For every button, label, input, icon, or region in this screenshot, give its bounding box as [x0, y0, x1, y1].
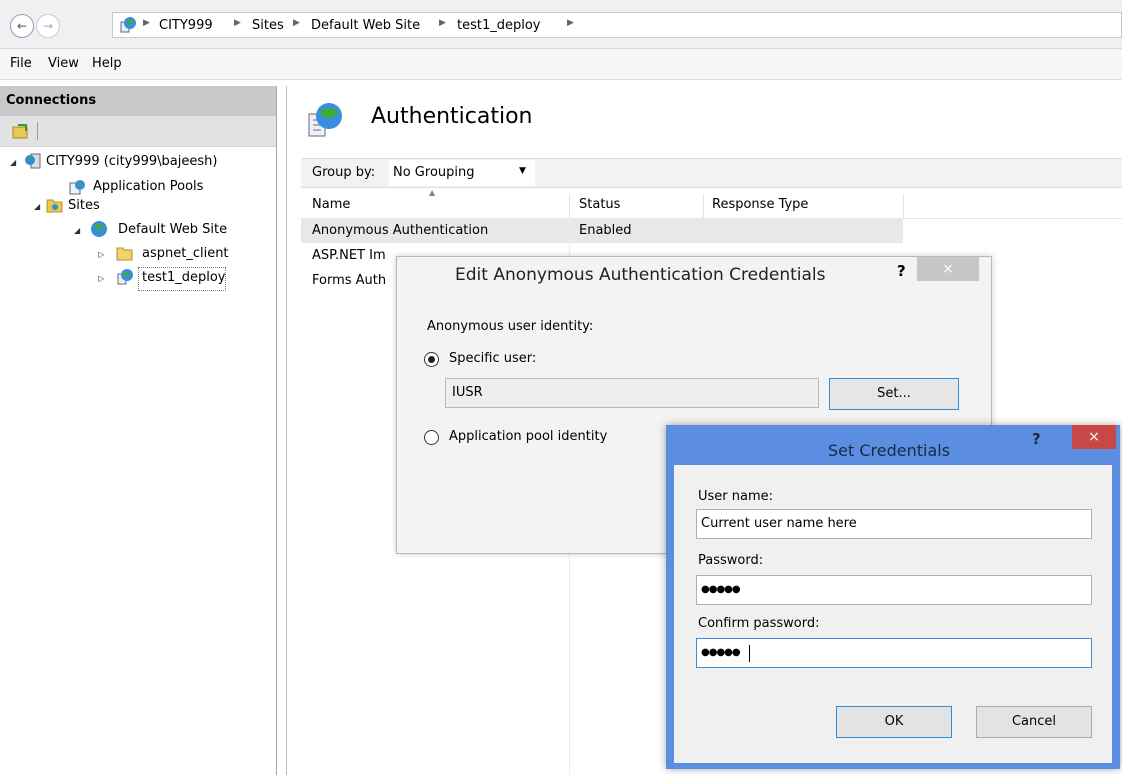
- address-bar: ← → ▶ CITY999 ▶ Sites ▶ Default Web Site…: [0, 0, 1122, 49]
- globe-page-icon: [120, 17, 136, 33]
- crumb-city999[interactable]: CITY999: [159, 18, 213, 33]
- collapse-arrow-icon[interactable]: ◢: [34, 202, 40, 211]
- specific-user-radio[interactable]: [424, 352, 439, 367]
- group-by-dropdown[interactable]: No Grouping ▼: [389, 160, 535, 186]
- server-icon: [25, 153, 41, 169]
- authentication-icon: [308, 103, 342, 137]
- help-icon[interactable]: ?: [1032, 430, 1041, 448]
- cancel-button[interactable]: Cancel: [976, 706, 1092, 738]
- application-pools-icon: [69, 180, 85, 195]
- globe-icon: [91, 221, 107, 237]
- password-value: ●●●●●: [701, 584, 741, 595]
- app-pool-identity-radio[interactable]: [424, 430, 439, 445]
- app-pool-identity-label: Application pool identity: [449, 429, 608, 444]
- tree-item-aspnet-client[interactable]: aspnet_client: [142, 246, 229, 261]
- specific-user-label: Specific user:: [449, 351, 537, 366]
- table-cell-status: Enabled: [579, 223, 632, 238]
- column-header-status[interactable]: Status: [579, 197, 620, 212]
- username-field[interactable]: Current user name here: [696, 509, 1092, 539]
- forward-arrow-icon[interactable]: →: [36, 14, 60, 38]
- sites-folder-icon: [46, 199, 63, 213]
- crumb-sites[interactable]: Sites: [252, 18, 284, 33]
- grid-header: Name ▲ Status Response Type: [301, 188, 1122, 219]
- table-cell-name[interactable]: Anonymous Authentication: [312, 223, 488, 238]
- password-field[interactable]: ●●●●●: [696, 575, 1092, 605]
- set-credentials-dialog: Set Credentials ? × User name: Current u…: [666, 425, 1120, 769]
- dialog-title: Set Credentials: [828, 441, 951, 460]
- set-button[interactable]: Set...: [829, 378, 959, 410]
- tree-item-sites[interactable]: Sites: [68, 198, 100, 213]
- tree-item-application-pools[interactable]: Application Pools: [93, 179, 203, 194]
- chevron-right-icon: ▶: [143, 18, 150, 28]
- chevron-down-icon: ▼: [519, 166, 526, 176]
- specific-user-value: IUSR: [452, 385, 483, 400]
- toolbar-separator: [37, 122, 38, 140]
- collapse-arrow-icon[interactable]: ◢: [74, 226, 80, 235]
- confirm-password-value: ●●●●●: [701, 647, 741, 658]
- collapse-arrow-icon[interactable]: ◢: [10, 158, 16, 167]
- chevron-right-icon: ▶: [293, 18, 300, 28]
- column-divider: [569, 194, 570, 218]
- web-app-icon: [117, 269, 133, 285]
- chevron-right-icon[interactable]: ▶: [567, 18, 574, 28]
- dialog-body: User name: Current user name here Passwo…: [674, 465, 1112, 763]
- table-cell-name[interactable]: ASP.NET Im: [312, 248, 386, 263]
- table-cell-name[interactable]: Forms Auth: [312, 273, 386, 288]
- column-divider: [903, 194, 904, 218]
- connections-toolbar: [0, 116, 276, 147]
- confirm-password-label: Confirm password:: [698, 616, 820, 631]
- expand-arrow-icon[interactable]: ▷: [98, 250, 104, 259]
- connections-pane: Connections ◢ CITY999 (city999\bajeesh) …: [0, 86, 277, 775]
- group-by-value: No Grouping: [393, 165, 475, 180]
- crumb-test1-deploy[interactable]: test1_deploy: [457, 18, 541, 33]
- connections-title: Connections: [6, 93, 97, 108]
- back-arrow-icon[interactable]: ←: [10, 14, 34, 38]
- tree-item-default-web-site[interactable]: Default Web Site: [118, 222, 227, 237]
- column-divider: [703, 194, 704, 218]
- sort-arrow-icon: ▲: [429, 188, 436, 197]
- folder-icon: [116, 247, 133, 261]
- breadcrumb[interactable]: ▶ CITY999 ▶ Sites ▶ Default Web Site ▶ t…: [112, 12, 1122, 38]
- ok-button[interactable]: OK: [836, 706, 952, 738]
- help-icon[interactable]: ?: [897, 262, 906, 280]
- chevron-right-icon: ▶: [439, 18, 446, 28]
- menu-bar: File View Help: [0, 49, 1122, 80]
- group-by-bar: Group by: No Grouping ▼: [301, 158, 1122, 188]
- identity-label: Anonymous user identity:: [427, 319, 594, 334]
- page-title: Authentication: [371, 104, 533, 129]
- connections-header: Connections: [0, 86, 276, 116]
- menu-help[interactable]: Help: [92, 56, 122, 71]
- close-icon[interactable]: ×: [1072, 425, 1116, 449]
- column-header-name[interactable]: Name: [312, 197, 350, 212]
- dialog-title: Edit Anonymous Authentication Credential…: [455, 265, 826, 285]
- confirm-password-field[interactable]: ●●●●●: [696, 638, 1092, 668]
- username-label: User name:: [698, 489, 774, 504]
- specific-user-field: IUSR: [445, 378, 819, 408]
- text-cursor: [749, 645, 750, 662]
- column-header-response-type[interactable]: Response Type: [712, 197, 808, 212]
- username-value: Current user name here: [701, 516, 857, 531]
- tree-item-test1-deploy[interactable]: test1_deploy: [142, 270, 226, 285]
- group-by-label: Group by:: [312, 165, 376, 180]
- tree-item-server[interactable]: CITY999 (city999\bajeesh): [46, 154, 217, 169]
- chevron-right-icon: ▶: [234, 18, 241, 28]
- password-label: Password:: [698, 553, 764, 568]
- connect-icon[interactable]: [12, 122, 30, 140]
- close-icon[interactable]: ×: [917, 257, 979, 281]
- expand-arrow-icon[interactable]: ▷: [98, 274, 104, 283]
- crumb-default-web-site[interactable]: Default Web Site: [311, 18, 420, 33]
- menu-file[interactable]: File: [10, 56, 32, 71]
- menu-view[interactable]: View: [48, 56, 79, 71]
